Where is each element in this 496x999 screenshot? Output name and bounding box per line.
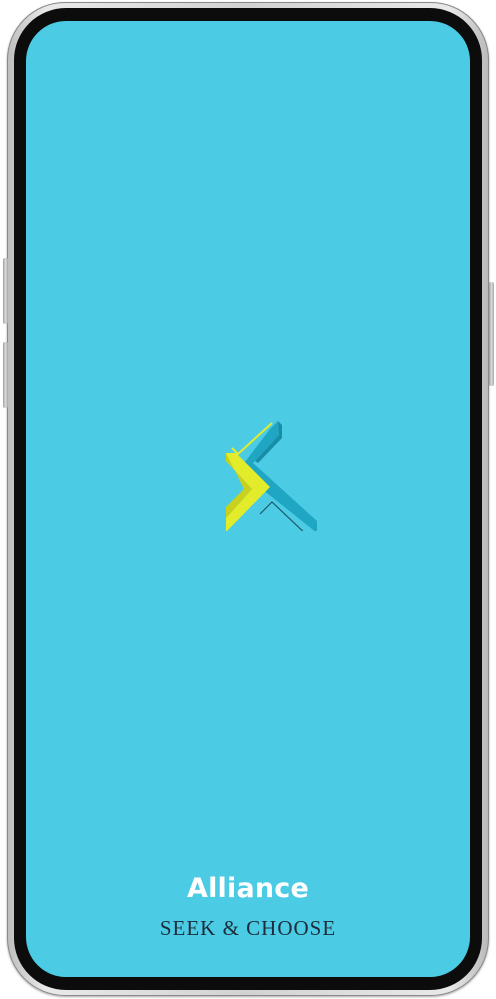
alliance-x-logo-icon [226, 421, 317, 531]
page: Alliance SEEK & CHOOSE [0, 0, 496, 999]
power-button [489, 282, 494, 386]
volume-down-button [3, 342, 8, 408]
brand-name: Alliance [186, 873, 310, 904]
splash-screen: Alliance SEEK & CHOOSE [26, 21, 470, 977]
brand-tagline: SEEK & CHOOSE [159, 916, 337, 940]
volume-up-button [3, 258, 8, 324]
